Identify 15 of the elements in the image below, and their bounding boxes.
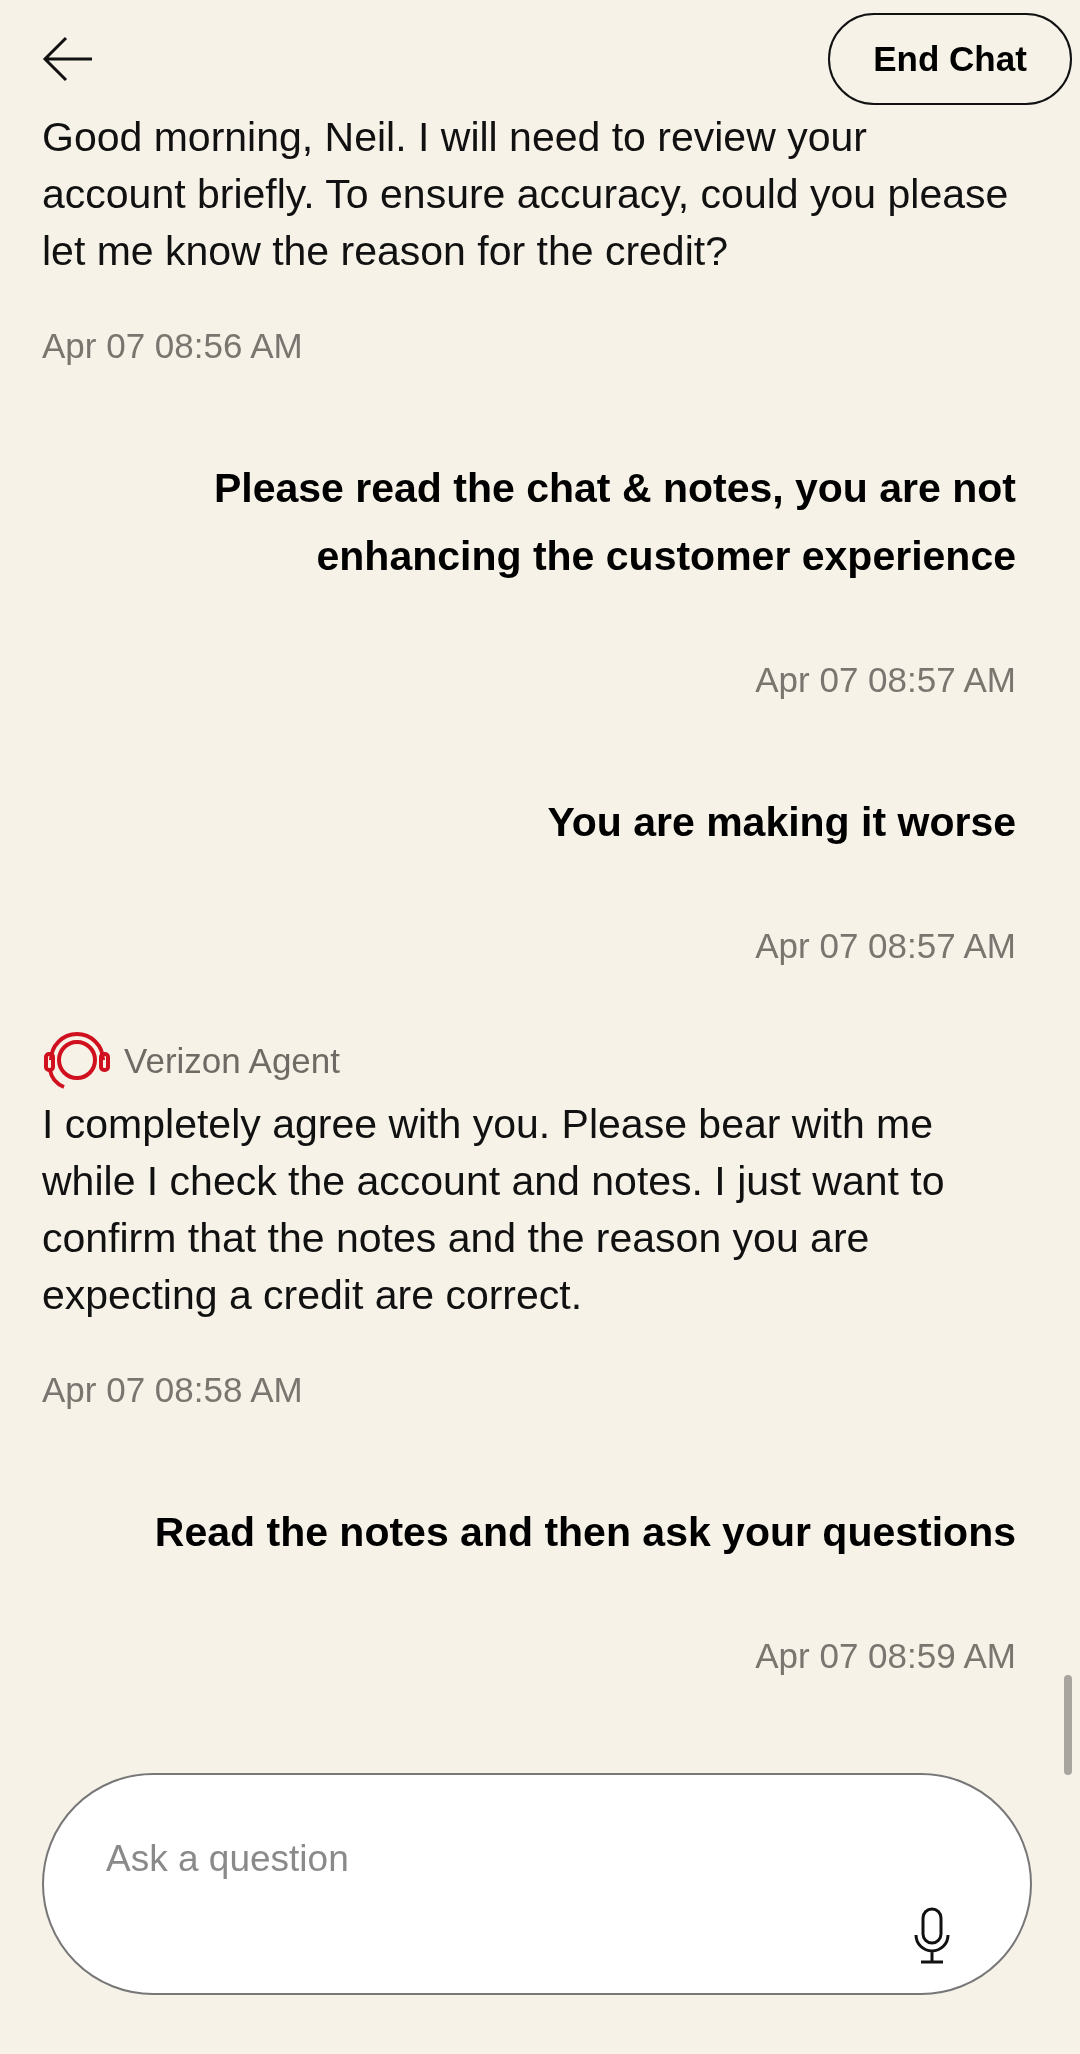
user-message: Read the notes and then ask your questions: [154, 1508, 1016, 1557]
user-message: Please read the chat & notes, you are not enhancing the customer experience: [212, 464, 1016, 581]
microphone-icon[interactable]: [912, 1907, 952, 1965]
user-message: You are making it worse: [547, 798, 1016, 847]
message-timestamp: Apr 07 08:58 AM: [42, 1370, 304, 1410]
agent-message: Good morning, Neil. I will need to review your account briefly. To ensure accuracy, could you please let me know the reason for the credit?: [42, 113, 1010, 276]
message-timestamp: Apr 07 08:56 AM: [42, 326, 304, 366]
message-timestamp: Apr 07 08:59 AM: [755, 1636, 1016, 1676]
agent-message: I completely agree with you. Please bear with me while I check the account and notes. I just want to confirm that the notes and the reason you are expecting a credit are correct.: [42, 1100, 946, 1320]
agent-name: Verizon Agent: [124, 1041, 340, 1081]
end-chat-button[interactable]: End Chat: [828, 13, 1072, 105]
message-timestamp: Apr 07 08:57 AM: [755, 926, 1016, 966]
message-timestamp: Apr 07 08:57 AM: [755, 660, 1016, 700]
back-icon[interactable]: [42, 36, 94, 82]
question-field[interactable]: Ask a question: [42, 1773, 1032, 1995]
